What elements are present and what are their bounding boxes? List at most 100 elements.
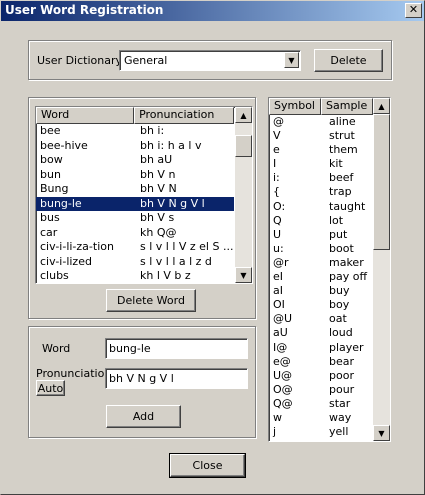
scroll-up-icon[interactable]: ▲ [235, 107, 252, 123]
scroll-down-icon[interactable]: ▼ [373, 425, 390, 441]
user-dictionary-label: User Dictionary [37, 54, 122, 67]
dictionary-select-value: General [124, 54, 168, 67]
symbol-list-row[interactable]: OI boy [269, 298, 390, 312]
word-list-row[interactable]: bun bh V n [36, 168, 234, 183]
symbol-list-row[interactable]: i: beef [269, 171, 390, 185]
symbol-list-row[interactable]: aU loud [269, 326, 390, 340]
word-field-value: bung-le [109, 342, 151, 355]
sample-cell: trap [329, 185, 352, 199]
word-field[interactable]: bung-le [105, 338, 248, 359]
symbol-list-row[interactable]: Uput [269, 228, 390, 242]
window-title: User Word Registration [5, 3, 164, 17]
symbol-cell: O: [273, 199, 286, 213]
symbol-list-row[interactable]: Vstrut [269, 129, 390, 143]
word-list-row[interactable]: Bung bh V N [36, 182, 234, 197]
pronunciation-column-header[interactable]: Pronunciation [134, 107, 234, 124]
word-list[interactable]: Word Pronunciation bee bh i: bee-hive bh i:… [35, 106, 253, 284]
symbol-list-row[interactable]: Ikit [269, 157, 390, 171]
sample-cell: put [329, 227, 348, 241]
symbol-list-row[interactable]: Qlot [269, 214, 390, 228]
pronunciation-cell: kh l V b z [139, 269, 191, 282]
word-list-scrollbar[interactable]: ▲ ▼ [235, 107, 252, 283]
sample-cell: strut [329, 129, 355, 143]
scroll-up-icon[interactable]: ▲ [373, 98, 390, 114]
symbol-list-row[interactable]: @r maker [269, 256, 390, 270]
close-icon[interactable]: ✕ [405, 3, 422, 18]
symbol-list-row[interactable]: O@ pour [269, 383, 390, 397]
symbol-list-row[interactable]: @ aline [269, 115, 390, 129]
pronunciation-cell: bh V n [139, 167, 176, 181]
word-cell: bus [40, 211, 60, 224]
symbol-cell: i: [273, 171, 280, 185]
symbol-cell: eI [273, 270, 284, 284]
symbol-column-header[interactable]: Symbol [269, 98, 321, 115]
symbol-cell: { [273, 185, 280, 199]
symbol-list-header: Symbol Sample [269, 98, 373, 115]
sample-cell: boot [329, 241, 354, 255]
pronunciation-cell: bh i: [139, 124, 165, 137]
word-list-row[interactable]: clubs kh l V b z [36, 269, 234, 283]
symbol-list-row[interactable]: @U oat [269, 312, 390, 326]
sample-cell: lot [329, 213, 344, 227]
sample-cell: way [329, 410, 352, 424]
chevron-down-icon[interactable]: ▼ [284, 52, 299, 68]
symbol-cell: aI [273, 284, 283, 298]
pronunciation-cell: bh i: h a l v [139, 138, 202, 152]
symbol-cell: @U [273, 312, 293, 326]
symbol-cell: w [273, 410, 282, 424]
symbol-cell: V [273, 129, 281, 143]
symbol-list-row[interactable]: O: taught [269, 200, 390, 214]
sample-cell: pour [329, 382, 355, 396]
word-list-row[interactable]: bus bh V s [36, 211, 234, 226]
symbol-list-scrollbar[interactable]: ▲ ▼ [373, 98, 390, 441]
word-list-row[interactable]: bee-hive bh i: h a l v [36, 139, 234, 154]
sample-cell: kit [329, 157, 343, 171]
sample-column-header[interactable]: Sample [321, 98, 373, 115]
symbol-list[interactable]: Symbol Sample @ aline Vstrut e them Ikit i: bee… [268, 97, 391, 442]
symbol-list-row[interactable]: U@ poor [269, 369, 390, 383]
delete-dictionary-button[interactable]: Delete [314, 49, 383, 72]
word-list-row[interactable]: car kh Q@ [36, 226, 234, 241]
word-list-row[interactable]: bow bh aU [36, 153, 234, 168]
symbol-cell: Q [273, 213, 282, 227]
symbol-list-row[interactable]: e them [269, 143, 390, 157]
symbol-list-row[interactable]: I@ player [269, 341, 390, 355]
delete-word-button[interactable]: Delete Word [106, 289, 196, 312]
word-cell: bow [40, 153, 63, 166]
symbol-cell: e [273, 143, 280, 157]
symbol-list-row[interactable]: e@ bear [269, 355, 390, 369]
word-column-header[interactable]: Word [36, 107, 135, 124]
pronunciation-cell: s l v l l a l z d [139, 254, 212, 268]
dictionary-select[interactable]: General ▼ [119, 50, 301, 71]
scroll-thumb[interactable] [373, 114, 390, 250]
symbol-list-row[interactable]: Q@ star [269, 397, 390, 411]
word-list-row[interactable]: civ-i-lized s l v l l a l z d [36, 255, 234, 270]
scroll-thumb[interactable] [235, 135, 252, 157]
word-cell: Bung [40, 182, 69, 195]
symbol-cell: @ [273, 115, 284, 128]
auto-button[interactable]: Auto [36, 380, 65, 396]
symbol-list-row[interactable]: u: boot [269, 242, 390, 256]
word-list-row[interactable]: bung-le bh V N g V l [36, 196, 234, 211]
pronunciation-field-value: bh V N g V l [109, 372, 174, 385]
pronunciation-cell: bh aU [139, 153, 173, 166]
symbol-list-row[interactable]: { trap [269, 185, 390, 199]
word-list-row[interactable]: bee bh i: [36, 124, 234, 139]
close-button[interactable]: Close [169, 453, 246, 478]
sample-cell: poor [329, 368, 354, 382]
add-button[interactable]: Add [106, 405, 181, 428]
symbol-list-row[interactable]: aI buy [269, 284, 390, 298]
word-cell: civ-i-li-za-tion [40, 240, 114, 253]
symbol-list-row[interactable]: w way [269, 411, 390, 425]
pronunciation-field[interactable]: bh V N g V l [105, 368, 248, 389]
symbol-cell: e@ [273, 354, 291, 368]
symbol-list-row[interactable]: eI pay off [269, 270, 390, 284]
symbol-cell: @r [273, 255, 289, 269]
symbol-cell: j [273, 425, 277, 439]
symbol-list-row[interactable]: j yell [269, 425, 390, 439]
sample-cell: buy [329, 284, 350, 298]
pronunciation-cell: bh V N [139, 182, 177, 195]
word-list-row[interactable]: civ-i-li-za-tion s l v l l V z el S ... [36, 240, 234, 255]
scroll-down-icon[interactable]: ▼ [235, 267, 252, 283]
word-cell: civ-i-lized [40, 254, 92, 268]
